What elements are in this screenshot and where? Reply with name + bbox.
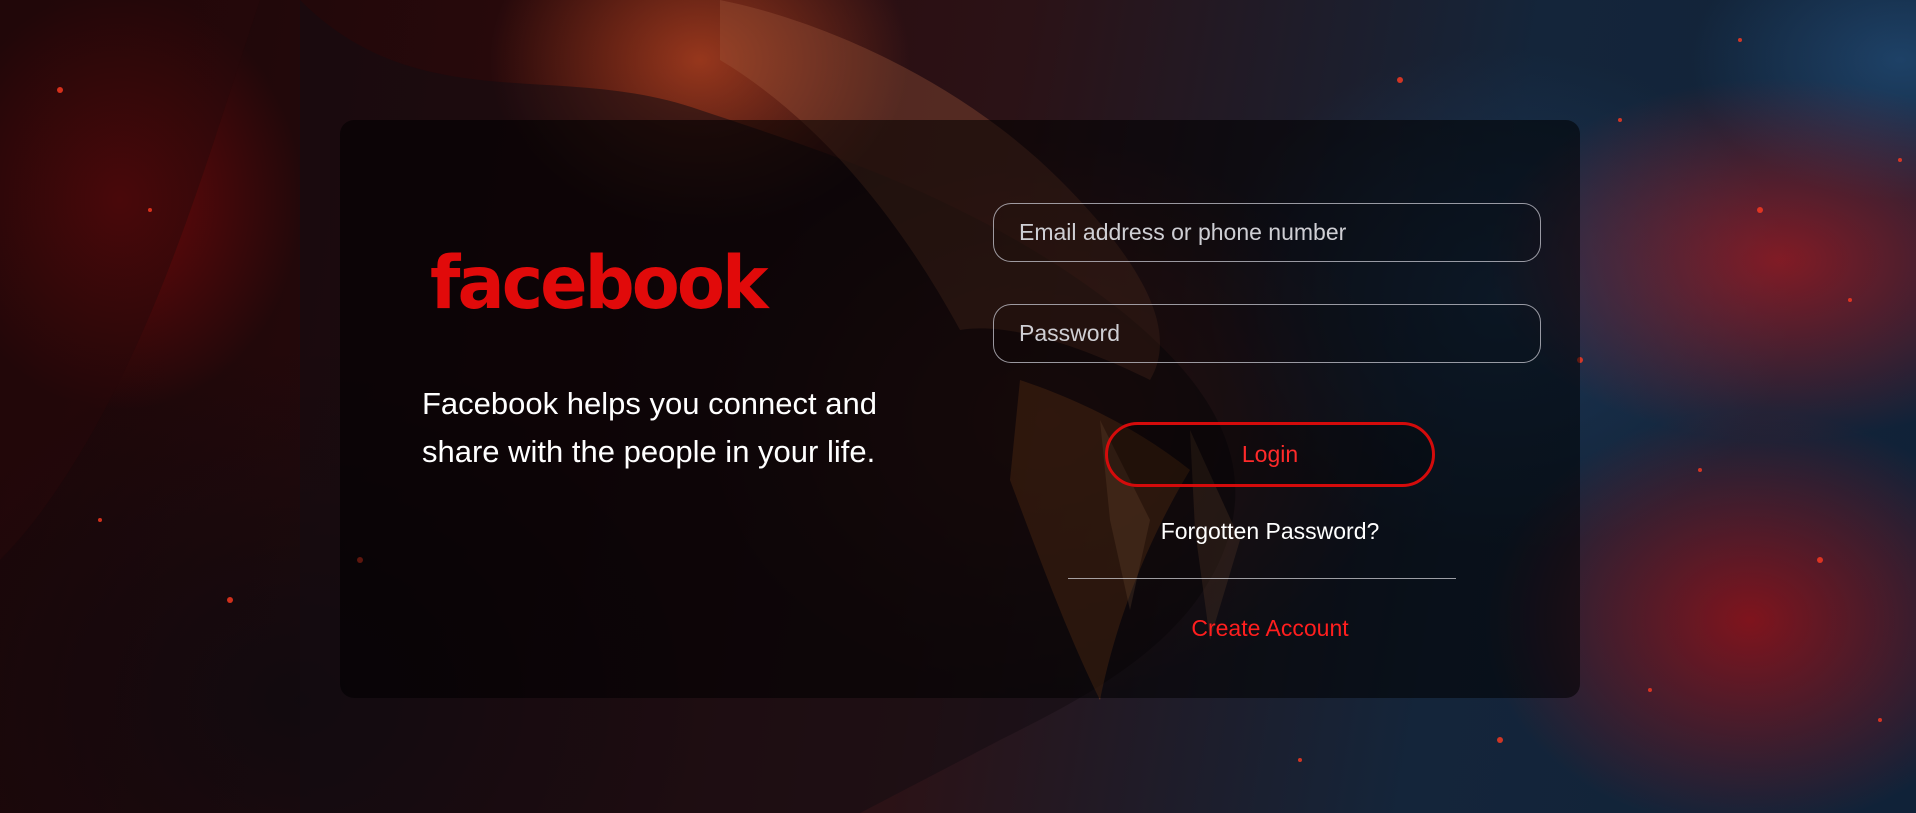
divider [1068, 578, 1456, 579]
tagline: Facebook helps you connect and share wit… [422, 386, 877, 469]
facebook-logo: facebook [430, 239, 769, 327]
create-account-link[interactable]: Create Account [1068, 615, 1472, 642]
email-field[interactable] [993, 203, 1541, 262]
login-button[interactable]: Login [1105, 422, 1435, 487]
forgot-password-link[interactable]: Forgotten Password? [1068, 518, 1472, 545]
password-field[interactable] [993, 304, 1541, 363]
